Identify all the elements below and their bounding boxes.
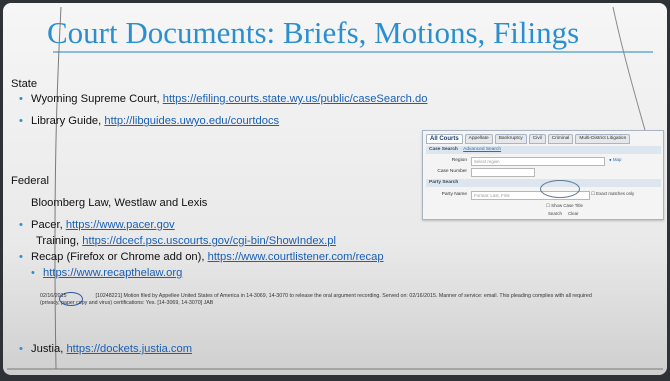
slide: Court Documents: Briefs, Motions, Filing… — [3, 3, 667, 375]
court-tabs: All Courts Appellate Bankruptcy Civil Cr… — [426, 134, 631, 144]
docket-entry: 02/16/2015 [10248221] Motion filed by Ap… — [40, 293, 600, 306]
recapthelaw-link[interactable]: https://www.recapthelaw.org — [43, 267, 182, 279]
list-item: Pacer, https://www.pacer.gov — [19, 219, 175, 231]
case-search-bar: Case Search Advanced Search — [426, 146, 661, 154]
tab-appellate[interactable]: Appellate — [464, 134, 493, 144]
advanced-search-link[interactable]: Advanced Search — [463, 147, 501, 152]
list-item: https://www.recapthelaw.org — [31, 267, 182, 279]
docket-text: [10248221] Motion filed by Appellee Unit… — [40, 293, 592, 306]
tab-bankruptcy[interactable]: Bankruptcy — [494, 134, 527, 144]
docket-date: 02/16/2015 — [40, 293, 67, 299]
region-label: Region — [451, 158, 467, 163]
recap-link[interactable]: https://www.courtlistener.com/recap — [208, 251, 384, 263]
party-name-label: Party Name — [441, 192, 467, 197]
pacer-training-link[interactable]: https://dcecf.psc.uscourts.gov/cgi-bin/S… — [82, 235, 336, 247]
list-item: Wyoming Supreme Court, https://efiling.c… — [19, 93, 428, 105]
pacer-link[interactable]: https://www.pacer.gov — [66, 219, 175, 231]
list-item: Bloomberg Law, Westlaw and Lexis — [31, 197, 208, 209]
case-number-input[interactable] — [471, 168, 535, 177]
court-search-panel: All Courts Appellate Bankruptcy Civil Cr… — [422, 130, 664, 220]
search-button[interactable]: Search — [548, 211, 562, 216]
region-select[interactable]: Select region — [471, 157, 605, 166]
highlight-circle — [540, 180, 580, 198]
list-item: Library Guide, http://libguides.uwyo.edu… — [19, 115, 279, 127]
justia-link[interactable]: https://dockets.justia.com — [66, 343, 192, 355]
list-item: Training, https://dcecf.psc.uscourts.gov… — [36, 235, 336, 247]
tab-criminal[interactable]: Criminal — [547, 134, 574, 144]
map-link[interactable]: ● Map — [609, 157, 621, 162]
federal-heading: Federal — [11, 175, 49, 187]
tab-all-courts[interactable]: All Courts — [426, 134, 463, 144]
library-guide-link[interactable]: http://libguides.uwyo.edu/courtdocs — [104, 115, 279, 127]
tab-multi-district[interactable]: Multi-District Litigation — [575, 134, 631, 144]
case-number-label: Case Number — [437, 169, 467, 174]
clear-button[interactable]: Clear — [568, 211, 579, 216]
list-item: Recap (Firefox or Chrome add on), https:… — [19, 251, 384, 263]
wyoming-supreme-court-link[interactable]: https://efiling.courts.state.wy.us/publi… — [163, 93, 428, 105]
state-heading: State — [11, 78, 38, 90]
show-case-title-checkbox[interactable]: ☐ Show Case Title — [546, 203, 583, 209]
tab-civil[interactable]: Civil — [528, 134, 546, 144]
exact-match-checkbox[interactable]: ☐ Exact matches only — [591, 191, 634, 197]
list-item: Justia, https://dockets.justia.com — [19, 343, 192, 355]
